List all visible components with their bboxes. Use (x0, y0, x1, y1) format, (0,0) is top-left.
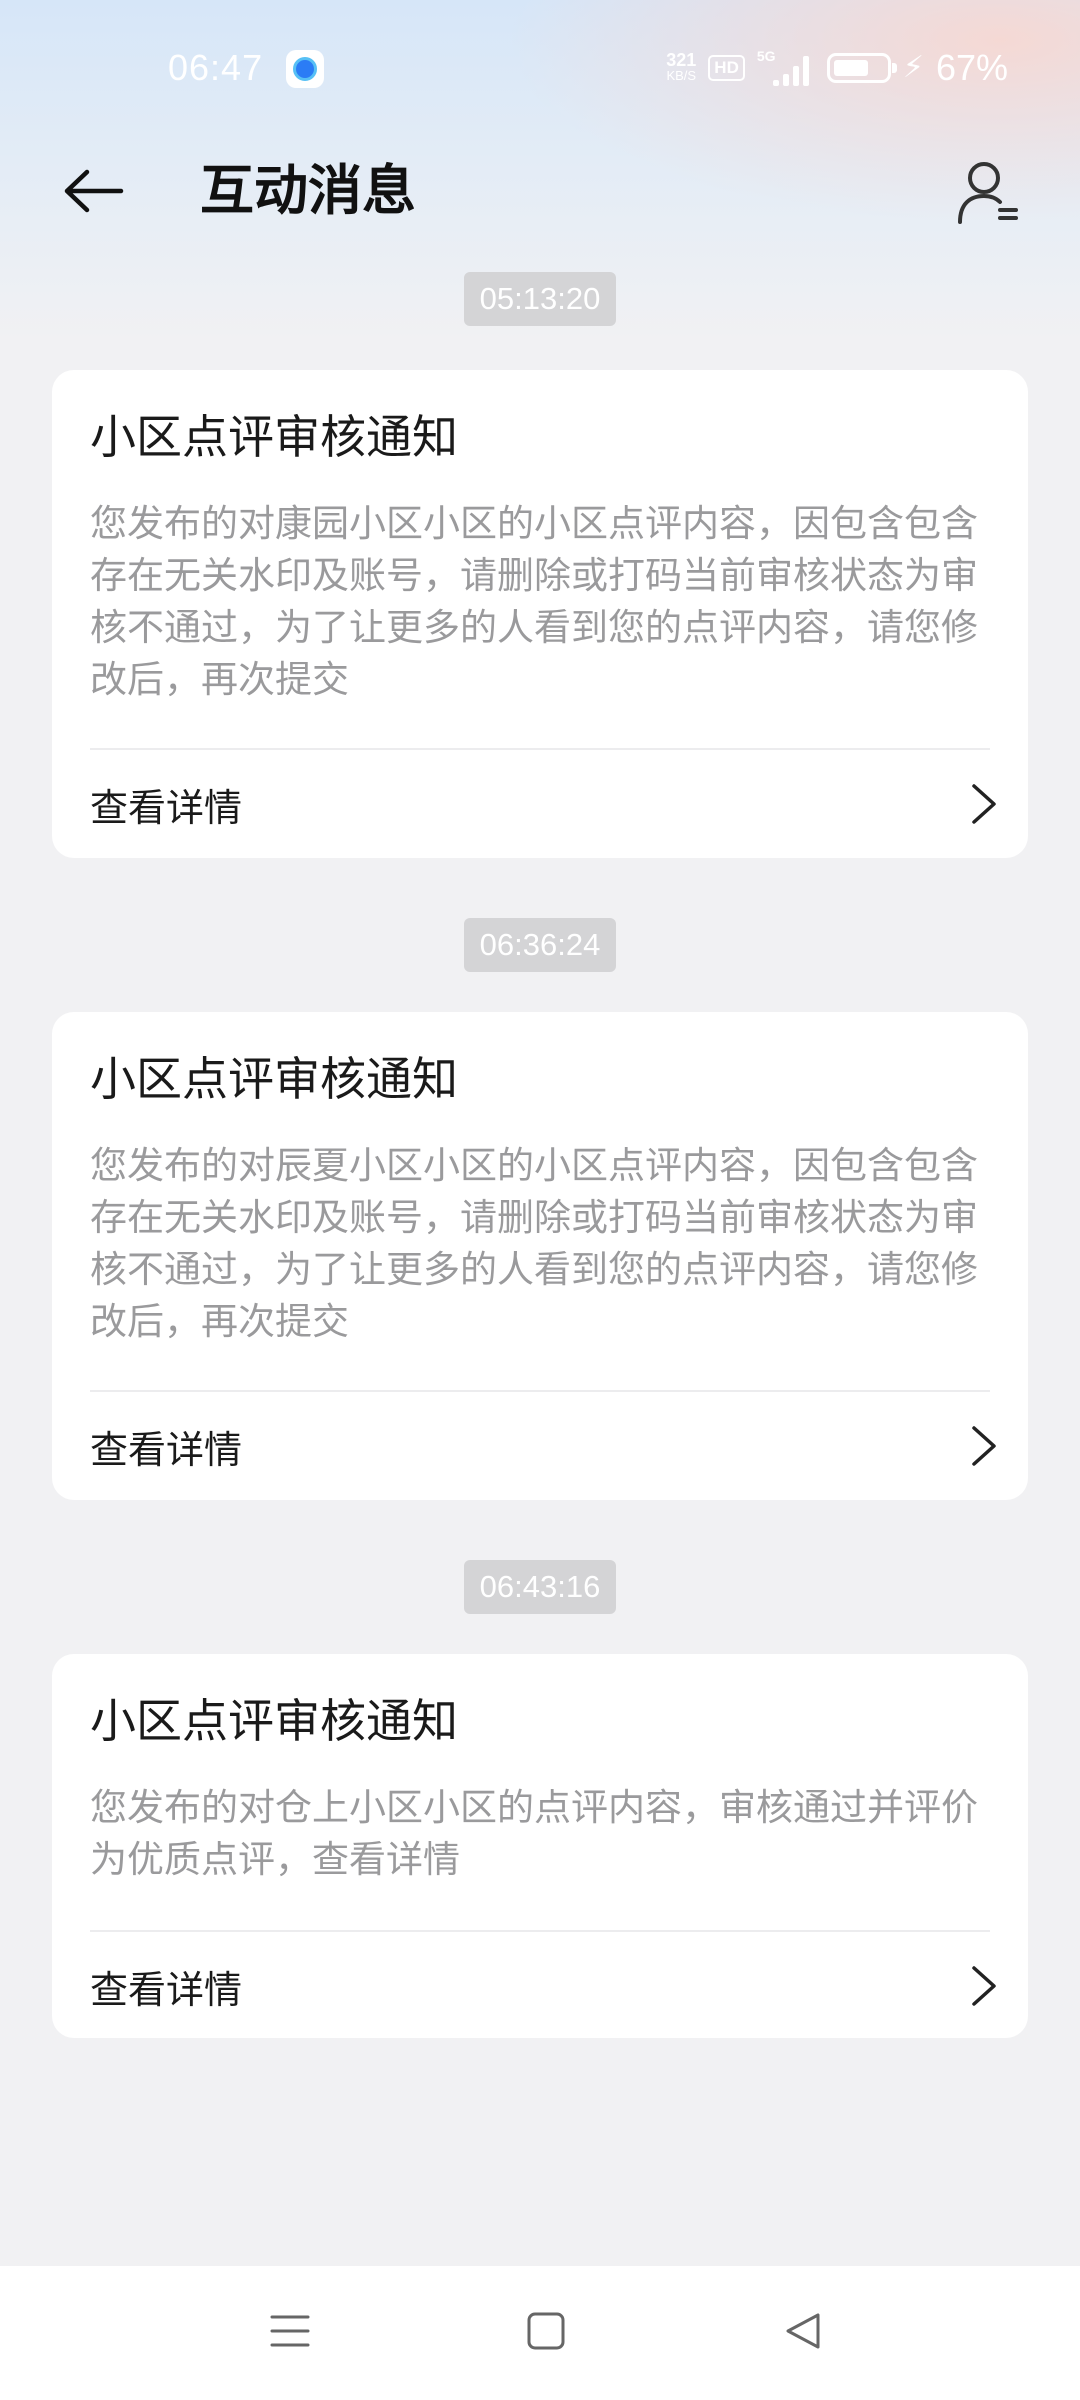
status-indicators: 321 KB/S HD 5G ⚡ 67% (666, 46, 1008, 90)
back-button[interactable] (54, 156, 134, 226)
chevron-right-icon (964, 1959, 1004, 2013)
triangle-back-icon (786, 2313, 820, 2349)
timestamp-badge: 06:36:24 (464, 918, 616, 972)
arrow-left-icon (64, 169, 124, 213)
view-details-label: 查看详情 (90, 1427, 243, 1472)
menu-icon (270, 2315, 310, 2347)
message-card: 小区点评审核通知 您发布的对康园小区小区的小区点评内容，因包含包含存在无关水印及… (52, 370, 1028, 858)
view-details-row[interactable]: 查看详情 (90, 1932, 1004, 2040)
view-details-row[interactable]: 查看详情 (90, 750, 1004, 858)
recent-apps-button[interactable] (250, 2296, 330, 2366)
user-settings-icon (958, 162, 1018, 224)
battery-icon (826, 53, 897, 83)
signal-icon: 5G (756, 48, 815, 86)
home-button[interactable] (506, 2296, 586, 2366)
battery-percent: 67% (935, 47, 1008, 88)
page-title: 互动消息 (200, 159, 416, 222)
app-header: 互动消息 (0, 138, 1080, 248)
network-speed-value: 321 (666, 50, 697, 70)
view-details-label: 查看详情 (90, 785, 243, 830)
network-speed-unit: KB/S (666, 68, 697, 83)
notification-app-icon (286, 50, 324, 88)
message-card: 小区点评审核通知 您发布的对仓上小区小区的点评内容，审核通过并评价为优质点评，查… (52, 1654, 1028, 2038)
timestamp-badge: 06:43:16 (464, 1560, 616, 1614)
message-body: 您发布的对康园小区小区的小区点评内容，因包含包含存在无关水印及账号，请删除或打码… (90, 502, 978, 701)
message-title: 小区点评审核通知 (90, 1052, 458, 1106)
timestamp-badge: 05:13:20 (464, 272, 616, 326)
status-time: 06:47 (168, 47, 264, 88)
square-icon (527, 2312, 565, 2350)
profile-button[interactable] (950, 152, 1026, 232)
system-nav-bar (0, 2266, 1080, 2400)
charging-icon: ⚡ (902, 50, 924, 85)
message-body: 您发布的对仓上小区小区的点评内容，审核通过并评价为优质点评，查看详情 (90, 1786, 978, 1881)
message-title: 小区点评审核通知 (90, 1694, 458, 1748)
network-type-label: 5G (756, 48, 776, 64)
message-card: 小区点评审核通知 您发布的对辰夏小区小区的小区点评内容，因包含包含存在无关水印及… (52, 1012, 1028, 1500)
chevron-right-icon (964, 1419, 1004, 1473)
status-bar: 06:47 321 KB/S HD 5G ⚡ 67% (0, 0, 1080, 138)
view-details-label: 查看详情 (90, 1967, 243, 2012)
hd-icon: HD (708, 55, 745, 81)
network-speed: 321 KB/S (666, 50, 697, 83)
back-nav-button[interactable] (764, 2296, 844, 2366)
chevron-right-icon (964, 777, 1004, 831)
view-details-row[interactable]: 查看详情 (90, 1392, 1004, 1500)
message-body: 您发布的对辰夏小区小区的小区点评内容，因包含包含存在无关水印及账号，请删除或打码… (90, 1144, 978, 1343)
message-title: 小区点评审核通知 (90, 410, 458, 464)
